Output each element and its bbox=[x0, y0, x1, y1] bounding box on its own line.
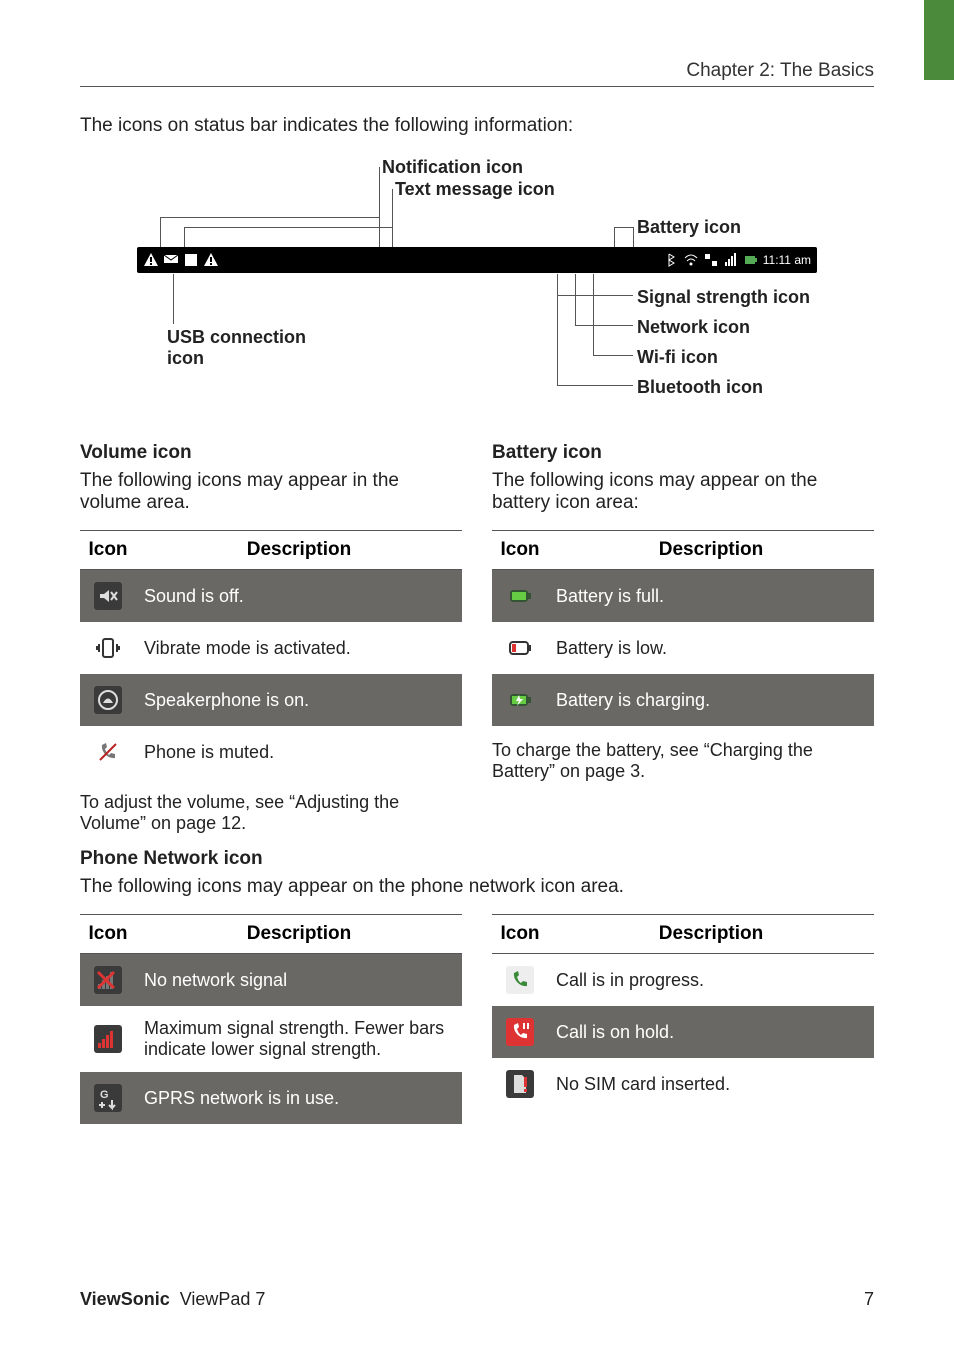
bt-mini-icon bbox=[663, 252, 679, 268]
status-bar: 11:11 am bbox=[137, 247, 817, 273]
net-th-desc-l: Description bbox=[136, 915, 462, 954]
table-row: Vibrate mode is activated. bbox=[80, 622, 462, 674]
no-signal-icon bbox=[94, 966, 122, 994]
chapter-header: Chapter 2: The Basics bbox=[80, 60, 874, 87]
row-desc: Sound is off. bbox=[136, 570, 462, 623]
call-hold-icon bbox=[506, 1018, 534, 1046]
network-heading: Phone Network icon bbox=[80, 848, 874, 870]
volume-th-icon: Icon bbox=[80, 531, 136, 570]
net-mini-icon bbox=[703, 252, 719, 268]
row-desc: Battery is charging. bbox=[548, 674, 874, 726]
row-desc: Call is on hold. bbox=[548, 1006, 874, 1058]
table-row: Battery is full. bbox=[492, 570, 874, 623]
row-desc: No network signal bbox=[136, 954, 462, 1007]
volume-th-desc: Description bbox=[136, 531, 462, 570]
sig-mini-icon bbox=[723, 252, 739, 268]
speakerphone-icon bbox=[94, 686, 122, 714]
notification-label: Notification icon bbox=[382, 157, 523, 178]
row-desc: Battery is full. bbox=[548, 570, 874, 623]
status-bar-diagram: Notification icon Text message icon Batt… bbox=[137, 157, 817, 407]
row-desc: Call is in progress. bbox=[548, 954, 874, 1007]
table-row: No network signal bbox=[80, 954, 462, 1007]
call-progress-icon bbox=[506, 966, 534, 994]
net-th-icon-l: Icon bbox=[80, 915, 136, 954]
table-row: Battery is low. bbox=[492, 622, 874, 674]
battery-label: Battery icon bbox=[637, 217, 741, 238]
volume-desc: The following icons may appear in the vo… bbox=[80, 470, 462, 514]
warn2-icon bbox=[203, 252, 219, 268]
battery-th-desc: Description bbox=[548, 531, 874, 570]
table-row: Call is in progress. bbox=[492, 954, 874, 1007]
bat-mini-icon bbox=[743, 252, 759, 268]
volume-table: Icon Description Sound is off. Vibrate m… bbox=[80, 530, 462, 778]
network-desc: The following icons may appear on the ph… bbox=[80, 876, 874, 898]
row-desc: Maximum signal strength. Fewer bars indi… bbox=[136, 1006, 462, 1072]
table-row: Phone is muted. bbox=[80, 726, 462, 778]
bluetooth-label: Bluetooth icon bbox=[637, 377, 763, 398]
battery-full-icon bbox=[506, 582, 534, 610]
network-table-left: Icon Description No network signal Maxim… bbox=[80, 914, 462, 1124]
volume-note: To adjust the volume, see “Adjusting the… bbox=[80, 792, 462, 834]
alert-icon bbox=[183, 252, 199, 268]
phone-muted-icon bbox=[94, 738, 122, 766]
warn-icon bbox=[143, 252, 159, 268]
wifi-mini-icon bbox=[683, 252, 699, 268]
volume-heading: Volume icon bbox=[80, 442, 462, 464]
brand-bold: ViewSonic bbox=[80, 1289, 170, 1309]
table-row: Battery is charging. bbox=[492, 674, 874, 726]
signal-label: Signal strength icon bbox=[637, 287, 810, 308]
battery-heading: Battery icon bbox=[492, 442, 874, 464]
signal-bars-icon bbox=[94, 1025, 122, 1053]
footer-brand: ViewSonic ViewPad 7 bbox=[80, 1289, 265, 1310]
net-th-desc-r: Description bbox=[548, 915, 874, 954]
table-row: Sound is off. bbox=[80, 570, 462, 623]
battery-note: To charge the battery, see “Charging the… bbox=[492, 740, 874, 782]
battery-th-icon: Icon bbox=[492, 531, 548, 570]
brand-rest: ViewPad 7 bbox=[180, 1289, 266, 1309]
vibrate-icon bbox=[94, 634, 122, 662]
row-desc: Vibrate mode is activated. bbox=[136, 622, 462, 674]
page-number: 7 bbox=[864, 1289, 874, 1310]
row-desc: GPRS network is in use. bbox=[136, 1072, 462, 1124]
row-desc: Speakerphone is on. bbox=[136, 674, 462, 726]
no-sim-icon bbox=[506, 1070, 534, 1098]
battery-charging-icon bbox=[506, 686, 534, 714]
time-text: 11:11 am bbox=[763, 253, 811, 267]
sound-off-icon bbox=[94, 582, 122, 610]
table-row: Maximum signal strength. Fewer bars indi… bbox=[80, 1006, 462, 1072]
battery-desc: The following icons may appear on the ba… bbox=[492, 470, 874, 514]
wifi-label: Wi-fi icon bbox=[637, 347, 718, 368]
table-row: Call is on hold. bbox=[492, 1006, 874, 1058]
net-th-icon-r: Icon bbox=[492, 915, 548, 954]
msg-icon bbox=[163, 252, 179, 268]
gprs-icon: G bbox=[94, 1084, 122, 1112]
battery-low-icon bbox=[506, 634, 534, 662]
row-desc: No SIM card inserted. bbox=[548, 1058, 874, 1110]
intro-text: The icons on status bar indicates the fo… bbox=[80, 115, 874, 137]
text-message-label: Text message icon bbox=[395, 179, 555, 200]
row-desc: Phone is muted. bbox=[136, 726, 462, 778]
table-row: No SIM card inserted. bbox=[492, 1058, 874, 1110]
network-label: Network icon bbox=[637, 317, 750, 338]
battery-table: Icon Description Battery is full. Batter… bbox=[492, 530, 874, 726]
page-edge-tab bbox=[924, 0, 954, 80]
network-table-right: Icon Description Call is in progress. Ca… bbox=[492, 914, 874, 1110]
table-row: Speakerphone is on. bbox=[80, 674, 462, 726]
usb-label: USB connection icon bbox=[167, 327, 337, 369]
svg-text:G: G bbox=[100, 1089, 109, 1101]
row-desc: Battery is low. bbox=[548, 622, 874, 674]
page-footer: ViewSonic ViewPad 7 7 bbox=[80, 1289, 874, 1310]
table-row: G GPRS network is in use. bbox=[80, 1072, 462, 1124]
